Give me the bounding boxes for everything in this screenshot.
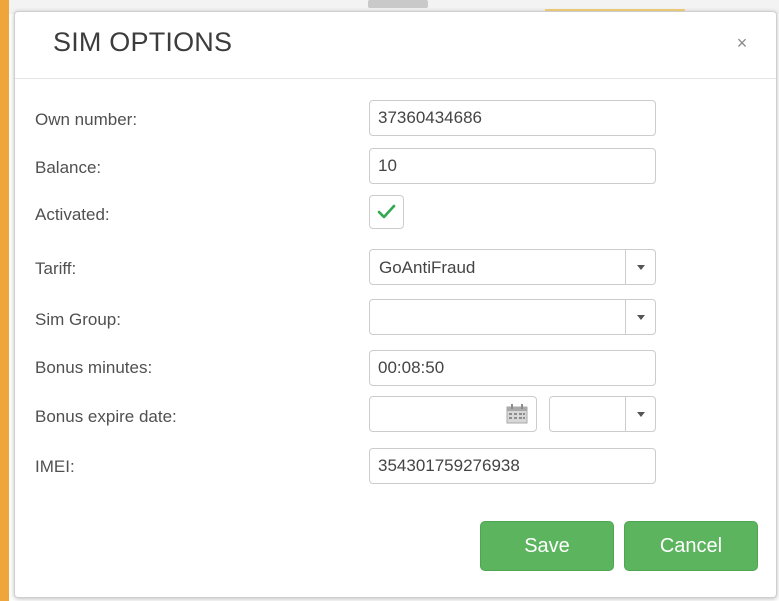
tariff-select-value: GoAntiFraud: [379, 258, 476, 277]
balance-label: Balance:: [35, 158, 102, 177]
own-number-label: Own number:: [35, 110, 138, 129]
select-divider: [625, 300, 626, 334]
activated-checkbox[interactable]: [369, 195, 404, 229]
dialog-title: SIM OPTIONS: [53, 27, 233, 57]
balance-input[interactable]: [369, 148, 656, 184]
save-button[interactable]: Save: [480, 521, 614, 571]
dialog-header: SIM OPTIONS ×: [15, 12, 776, 79]
chevron-down-icon[interactable]: [637, 315, 645, 320]
calendar-icon[interactable]: [506, 404, 528, 424]
close-icon[interactable]: ×: [731, 32, 753, 54]
cancel-button[interactable]: Cancel: [624, 521, 758, 571]
imei-input[interactable]: [369, 448, 656, 484]
bonus-expire-date-input[interactable]: [369, 396, 537, 432]
bonus-expire-time-select[interactable]: [549, 396, 656, 432]
bonus-expire-date-label: Bonus expire date:: [35, 407, 177, 426]
tariff-select[interactable]: GoAntiFraud: [369, 249, 656, 285]
bonus-minutes-input[interactable]: [369, 350, 656, 386]
background-app-edge: [0, 0, 9, 601]
sim-options-dialog: SIM OPTIONS × Own number: Balance: Activ…: [14, 11, 777, 598]
select-divider: [625, 250, 626, 284]
background-app-text: [368, 0, 428, 8]
bonus-minutes-label: Bonus minutes:: [35, 358, 153, 377]
chevron-down-icon[interactable]: [637, 265, 645, 270]
chevron-down-icon[interactable]: [637, 412, 645, 417]
select-divider: [625, 397, 626, 431]
imei-label: IMEI:: [35, 457, 75, 476]
sim-group-select[interactable]: [369, 299, 656, 335]
sim-group-label: Sim Group:: [35, 310, 121, 329]
activated-label: Activated:: [35, 205, 110, 224]
own-number-input[interactable]: [369, 100, 656, 136]
tariff-label: Tariff:: [35, 259, 77, 278]
checkmark-icon: [377, 204, 396, 219]
